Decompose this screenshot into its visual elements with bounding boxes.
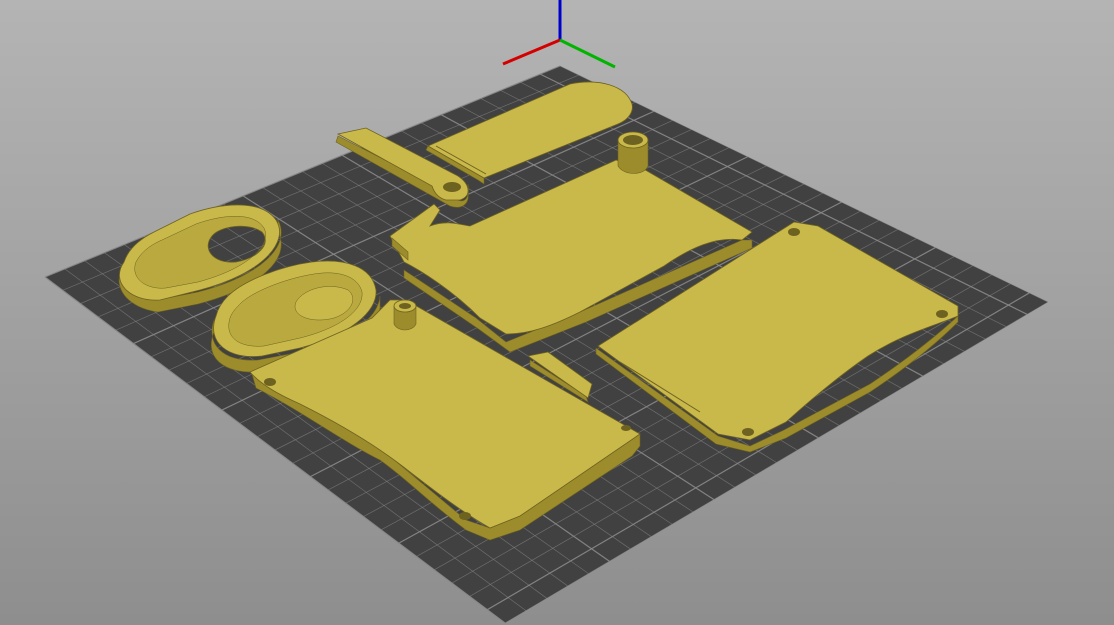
scene-canvas[interactable] xyxy=(0,0,1114,625)
3d-viewport[interactable] xyxy=(0,0,1114,625)
